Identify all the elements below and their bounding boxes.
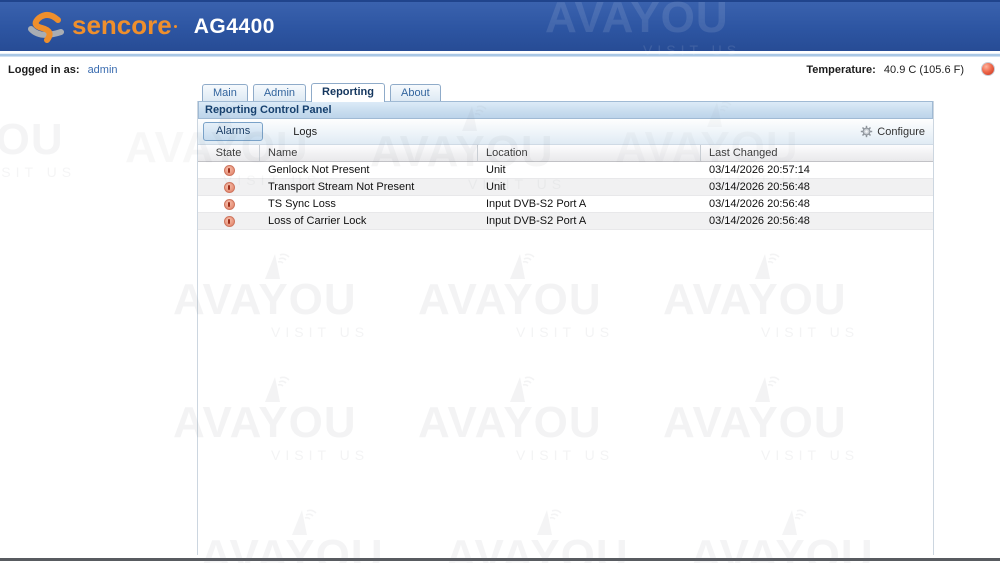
alarm-last-changed: 03/14/2026 20:57:14 xyxy=(701,164,933,176)
state-cell xyxy=(198,182,260,193)
alarm-last-changed: 03/14/2026 20:56:48 xyxy=(701,198,933,210)
column-header-name[interactable]: Name xyxy=(260,145,478,161)
alarm-table-header: State Name Location Last Changed xyxy=(198,145,933,162)
subtab-alarms[interactable]: Alarms xyxy=(203,122,263,141)
table-row[interactable]: TS Sync Loss Input DVB-S2 Port A 03/14/2… xyxy=(198,196,933,213)
alarm-location: Input DVB-S2 Port A xyxy=(478,198,701,210)
alarm-location: Unit xyxy=(478,164,701,176)
column-header-state[interactable]: State xyxy=(198,145,260,161)
alarm-state-icon xyxy=(224,165,235,176)
content-area: Main Admin Reporting About Reporting Con… xyxy=(197,82,934,555)
temperature-info: Temperature: 40.9 C (105.6 F) xyxy=(806,64,964,76)
header-accent-strip xyxy=(0,53,1000,57)
reporting-panel: Reporting Control Panel Alarms Logs xyxy=(197,101,934,555)
table-row[interactable]: Genlock Not Present Unit 03/14/2026 20:5… xyxy=(198,162,933,179)
page-bottom-bar xyxy=(0,558,1000,561)
panel-toolbar: Alarms Logs C xyxy=(198,119,933,145)
state-cell xyxy=(198,199,260,210)
tab-main[interactable]: Main xyxy=(202,84,248,102)
alarm-state-icon xyxy=(224,199,235,210)
panel-title: Reporting Control Panel xyxy=(198,101,933,119)
brand-name: sencore xyxy=(72,10,172,41)
model-name: AG4400 xyxy=(194,15,275,39)
state-cell xyxy=(198,165,260,176)
logged-in-username: admin xyxy=(88,64,118,76)
table-row[interactable]: Loss of Carrier Lock Input DVB-S2 Port A… xyxy=(198,213,933,230)
column-header-location[interactable]: Location xyxy=(478,145,701,161)
alarm-state-icon xyxy=(224,182,235,193)
alarm-table-body: Genlock Not Present Unit 03/14/2026 20:5… xyxy=(198,162,933,230)
configure-label: Configure xyxy=(877,126,925,138)
brand-dot xyxy=(174,25,177,28)
configure-button[interactable]: Configure xyxy=(860,125,925,138)
alarm-name: Transport Stream Not Present xyxy=(260,181,478,193)
tab-admin[interactable]: Admin xyxy=(253,84,306,102)
main-tab-bar: Main Admin Reporting About xyxy=(197,82,934,101)
alarm-state-icon xyxy=(224,216,235,227)
login-info: Logged in as: admin xyxy=(8,64,118,76)
state-cell xyxy=(198,216,260,227)
temperature-value: 40.9 C (105.6 F) xyxy=(884,64,964,76)
gear-icon xyxy=(860,125,873,138)
alarm-name: Loss of Carrier Lock xyxy=(260,215,478,227)
app-header: sencore AG4400 xyxy=(0,0,1000,51)
alarm-location: Unit xyxy=(478,181,701,193)
status-indicator-icon xyxy=(981,62,995,76)
sencore-logo-icon xyxy=(28,9,64,45)
logged-in-label: Logged in as: xyxy=(8,64,80,76)
temperature-label: Temperature: xyxy=(806,64,875,76)
alarm-location: Input DVB-S2 Port A xyxy=(478,215,701,227)
watermark-text: AVAYOU xyxy=(0,118,90,162)
column-header-last-changed[interactable]: Last Changed xyxy=(701,145,933,161)
alarm-last-changed: 03/14/2026 20:56:48 xyxy=(701,215,933,227)
tab-reporting[interactable]: Reporting xyxy=(311,83,385,102)
alarm-name: TS Sync Loss xyxy=(260,198,478,210)
brand-logo-group: sencore AG4400 xyxy=(28,9,275,45)
subtab-logs[interactable]: Logs xyxy=(293,126,317,138)
status-row: Logged in as: admin Temperature: 40.9 C … xyxy=(0,62,1000,82)
table-row[interactable]: Transport Stream Not Present Unit 03/14/… xyxy=(198,179,933,196)
watermark-subtext: VISIT US xyxy=(0,164,90,180)
tab-about[interactable]: About xyxy=(390,84,441,102)
alarm-name: Genlock Not Present xyxy=(260,164,478,176)
alarm-last-changed: 03/14/2026 20:56:48 xyxy=(701,181,933,193)
watermark: AVAYOU VISIT US xyxy=(0,92,90,180)
